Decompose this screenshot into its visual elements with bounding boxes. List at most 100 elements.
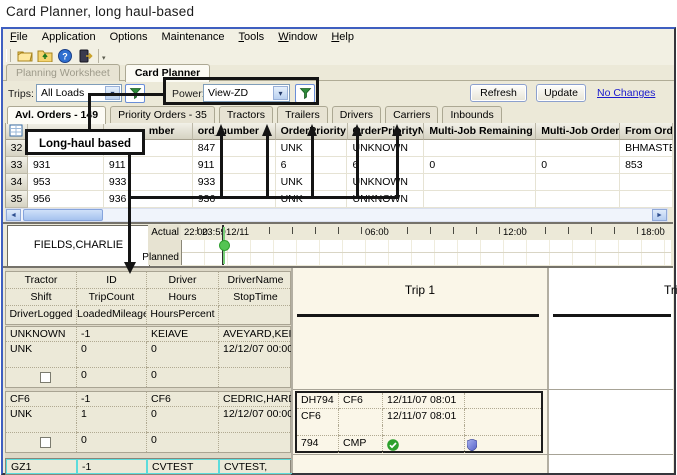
trip-cell: 794 xyxy=(297,435,339,453)
menu-options[interactable]: Options xyxy=(103,29,155,46)
grid-cell[interactable]: 953 xyxy=(28,174,104,191)
card-cell: AVEYARD,KEITH xyxy=(219,327,292,342)
grid-cell[interactable]: UNKNOWN xyxy=(347,140,424,157)
no-changes-link[interactable]: No Changes xyxy=(597,87,655,99)
menu-application[interactable]: Application xyxy=(35,29,103,46)
tab-avl-orders[interactable]: Avl. Orders - 149 xyxy=(7,106,106,124)
trip-cell xyxy=(383,435,465,453)
menu-file[interactable]: File xyxy=(3,29,35,46)
scroll-right-button[interactable]: ► xyxy=(652,209,667,221)
update-button[interactable]: Update xyxy=(536,84,586,102)
card-cell: 0 xyxy=(77,367,147,387)
trips-combobox-value: All Loads xyxy=(41,87,84,99)
card-header-cell: DriverLogged xyxy=(6,306,77,324)
driver-card[interactable]: CF6 -1 CF6 CEDRIC,HARD... UNK 1 0 12/12/… xyxy=(5,391,291,453)
row-header[interactable]: 34 xyxy=(6,174,28,191)
trip-cell xyxy=(465,393,541,409)
grid-cell[interactable]: UNKNOWN xyxy=(347,174,424,191)
refresh-button[interactable]: Refresh xyxy=(470,84,527,102)
grid-cell[interactable]: 933 xyxy=(104,174,193,191)
grid-hscrollbar[interactable]: ◄ ► xyxy=(5,208,668,222)
menu-tools[interactable]: Tools xyxy=(232,29,272,46)
grid-cell[interactable]: 931 xyxy=(28,157,104,174)
toolbar-overflow-icon[interactable]: ▾ xyxy=(102,49,106,62)
grid-cell[interactable] xyxy=(424,191,536,208)
card-cell: CEDRIC,HARD... xyxy=(219,392,292,407)
trip-card[interactable]: DH794 CF6 12/11/07 08:01 CF6 12/11/07 08… xyxy=(295,391,543,453)
grid-column-header[interactable]: Multi-Job Remaining xyxy=(424,123,536,140)
actual-planned-labels: Actual Planned xyxy=(148,225,182,265)
grid-cell[interactable] xyxy=(620,174,673,191)
annotation-arrowhead-up xyxy=(262,124,272,136)
grid-cell[interactable]: 911 xyxy=(104,157,193,174)
grid-cell[interactable]: BHMASTER xyxy=(620,140,673,157)
menu-window[interactable]: Window xyxy=(271,29,324,46)
card-cell: CF6 xyxy=(6,392,77,407)
grid-cell[interactable]: 933 xyxy=(193,174,276,191)
card-cell: 0 xyxy=(77,432,147,452)
panel-divider xyxy=(291,268,293,473)
driver-card-panel: Tractor ID Driver DriverName Shift TripC… xyxy=(5,268,291,473)
annotation-arrowhead-up xyxy=(307,124,317,136)
current-time-dot xyxy=(219,240,230,251)
grid-cell[interactable] xyxy=(536,140,620,157)
grid-cell[interactable]: 936 xyxy=(104,191,193,208)
tab-trailers[interactable]: Trailers xyxy=(277,106,328,123)
tab-drivers[interactable]: Drivers xyxy=(332,106,381,123)
table-row: 34 953 933 933 UNK UNKNOWN xyxy=(6,174,673,191)
tab-tractors[interactable]: Tractors xyxy=(219,106,273,123)
tab-priority-orders[interactable]: Priority Orders - 35 xyxy=(110,106,215,123)
grid-column-header[interactable]: From Orde xyxy=(620,123,673,140)
card-cell: -1 xyxy=(77,327,147,342)
open-folder-icon[interactable] xyxy=(15,47,35,64)
grid-cell[interactable]: 911 xyxy=(193,157,276,174)
grid-cell[interactable]: UNKNOWN xyxy=(347,191,424,208)
row-header[interactable]: 33 xyxy=(6,157,28,174)
driver-checkbox[interactable] xyxy=(40,437,51,448)
grid-cell[interactable]: 6 xyxy=(347,157,424,174)
trip2-underline xyxy=(553,314,671,317)
grid-cell[interactable] xyxy=(536,191,620,208)
trip-row-divider xyxy=(293,454,673,455)
trip-cell: CF6 xyxy=(297,409,339,425)
grid-column-header[interactable]: Multi-Job Ordered xyxy=(536,123,620,140)
grid-cell[interactable] xyxy=(424,174,536,191)
exit-icon[interactable] xyxy=(75,47,95,64)
driver-card-selected[interactable]: GZ1 -1 CVTEST CVTEST, xyxy=(5,458,291,475)
card-header-cell: ID xyxy=(77,272,147,289)
tab-planning-worksheet[interactable]: Planning Worksheet xyxy=(6,64,120,81)
grid-cell[interactable] xyxy=(536,174,620,191)
row-header[interactable]: 35 xyxy=(6,191,28,208)
tab-carriers[interactable]: Carriers xyxy=(385,106,438,123)
grid-cell[interactable]: 956 xyxy=(28,191,104,208)
card-header-cell: Hours xyxy=(147,289,219,306)
driver-checkbox[interactable] xyxy=(40,372,51,383)
annotation-arrow-shaft xyxy=(128,155,131,262)
trip2-header[interactable]: Tri xyxy=(664,283,677,297)
annotation-arrowhead-up xyxy=(392,124,402,136)
card-cell: 12/12/07 00:00 xyxy=(219,342,292,358)
trip2-column xyxy=(549,268,673,473)
tab-inbounds[interactable]: Inbounds xyxy=(442,106,501,123)
grid-cell[interactable]: 936 xyxy=(193,191,276,208)
trip-cell xyxy=(465,409,541,425)
menu-maintenance[interactable]: Maintenance xyxy=(155,29,232,46)
card-cell: UNK xyxy=(6,407,77,423)
folder-up-icon[interactable] xyxy=(35,47,55,64)
card-cell: 0 xyxy=(147,407,219,423)
grid-cell[interactable] xyxy=(424,140,536,157)
help-icon[interactable]: ? xyxy=(55,47,75,64)
grid-cell[interactable]: 853 xyxy=(620,157,673,174)
scroll-left-button[interactable]: ◄ xyxy=(6,209,21,221)
driver-card[interactable]: UNKNOWN -1 KEIAVE AVEYARD,KEITH UNK 0 0 … xyxy=(5,326,291,388)
menu-help[interactable]: Help xyxy=(324,29,361,46)
scrollbar-thumb[interactable] xyxy=(23,209,103,221)
grid-cell[interactable]: 847 xyxy=(193,140,276,157)
trip1-header[interactable]: Trip 1 xyxy=(293,283,547,297)
annotation-callout: Long-haul based xyxy=(25,129,145,155)
grid-cell[interactable]: 0 xyxy=(424,157,536,174)
grid-cell[interactable] xyxy=(620,191,673,208)
grid-cell[interactable]: 0 xyxy=(536,157,620,174)
table-row: 33 931 911 911 6 6 0 0 853 xyxy=(6,157,673,174)
timeline-rows[interactable] xyxy=(181,240,671,265)
